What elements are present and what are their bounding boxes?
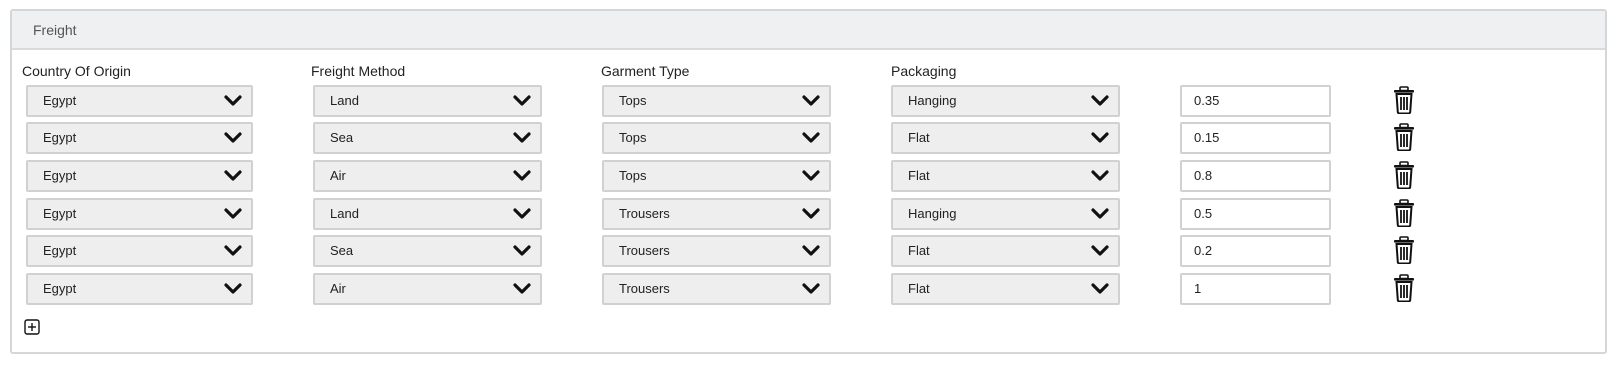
country-select[interactable]: Egypt	[26, 273, 253, 305]
country-select[interactable]: Egypt	[26, 85, 253, 117]
garment-type-select[interactable]: Tops	[602, 160, 831, 192]
garment-type-select[interactable]: Trousers	[602, 235, 831, 267]
packaging-select[interactable]: Flat	[891, 235, 1120, 267]
country-select[interactable]: Egypt	[26, 235, 253, 267]
trash-icon[interactable]	[1392, 86, 1416, 114]
chevron-down-icon	[513, 283, 531, 294]
country-select-value: Egypt	[43, 281, 77, 296]
freight-cost-input[interactable]: 0.5	[1180, 198, 1331, 230]
chevron-down-icon	[1091, 245, 1109, 256]
packaging-select-value: Flat	[908, 243, 930, 258]
chevron-down-icon	[224, 283, 242, 294]
trash-icon[interactable]	[1392, 199, 1416, 227]
chevron-down-icon	[802, 245, 820, 256]
freight-method-select[interactable]: Land	[313, 85, 542, 117]
chevron-down-icon	[802, 95, 820, 106]
country-select-value: Egypt	[43, 130, 77, 145]
freight-cost-input[interactable]: 0.35	[1180, 85, 1331, 117]
chevron-down-icon	[802, 283, 820, 294]
country-select-value: Egypt	[43, 168, 77, 183]
trash-icon[interactable]	[1392, 274, 1416, 302]
chevron-down-icon	[513, 245, 531, 256]
chevron-down-icon	[513, 132, 531, 143]
chevron-down-icon	[802, 170, 820, 181]
country-select-value: Egypt	[43, 206, 77, 221]
table-row: Egypt Sea Tops Flat 0.15	[12, 122, 1605, 154]
chevron-down-icon	[1091, 170, 1109, 181]
freight-cost-input[interactable]: 0.2	[1180, 235, 1331, 267]
chevron-down-icon	[224, 95, 242, 106]
freight-method-select-value: Sea	[330, 243, 354, 258]
garment-type-select-value: Tops	[619, 130, 647, 145]
chevron-down-icon	[802, 208, 820, 219]
packaging-select[interactable]: Hanging	[891, 198, 1120, 230]
chevron-down-icon	[224, 245, 242, 256]
packaging-select[interactable]: Flat	[891, 160, 1120, 192]
table-row: Egypt Land Trousers Hanging 0.5	[12, 198, 1605, 230]
country-select-value: Egypt	[43, 93, 77, 108]
packaging-select[interactable]: Flat	[891, 122, 1120, 154]
chevron-down-icon	[1091, 95, 1109, 106]
freight-method-select[interactable]: Air	[313, 160, 542, 192]
panel-title: Freight	[12, 11, 1605, 50]
packaging-select-value: Hanging	[908, 93, 957, 108]
table-row: Egypt Land Tops Hanging 0.35	[12, 85, 1605, 117]
chevron-down-icon	[224, 132, 242, 143]
chevron-down-icon	[513, 95, 531, 106]
garment-type-select[interactable]: Trousers	[602, 273, 831, 305]
table-row: Egypt Air Tops Flat 0.8	[12, 160, 1605, 192]
trash-icon[interactable]	[1392, 236, 1416, 264]
garment-type-select-value: Trousers	[619, 281, 670, 296]
table-row: Egypt Air Trousers Flat 1	[12, 273, 1605, 305]
country-select[interactable]: Egypt	[26, 122, 253, 154]
freight-method-select[interactable]: Sea	[313, 122, 542, 154]
freight-method-select-value: Air	[330, 168, 346, 183]
plus-square-icon[interactable]	[24, 319, 40, 335]
garment-type-select-value: Tops	[619, 168, 647, 183]
garment-type-select-value: Trousers	[619, 243, 670, 258]
garment-type-select[interactable]: Trousers	[602, 198, 831, 230]
chevron-down-icon	[224, 208, 242, 219]
freight-method-select[interactable]: Sea	[313, 235, 542, 267]
freight-cost-input[interactable]: 1	[1180, 273, 1331, 305]
freight-method-select-value: Air	[330, 281, 346, 296]
packaging-select-value: Flat	[908, 130, 930, 145]
freight-cost-input[interactable]: 0.8	[1180, 160, 1331, 192]
garment-type-select-value: Trousers	[619, 206, 670, 221]
packaging-select[interactable]: Hanging	[891, 85, 1120, 117]
freight-cost-input[interactable]: 0.15	[1180, 122, 1331, 154]
table-row: Egypt Sea Trousers Flat 0.2	[12, 235, 1605, 267]
column-header-freight-method: Freight Method	[311, 63, 406, 79]
chevron-down-icon	[224, 170, 242, 181]
country-select-value: Egypt	[43, 243, 77, 258]
country-select[interactable]: Egypt	[26, 160, 253, 192]
chevron-down-icon	[1091, 283, 1109, 294]
column-header-country: Country Of Origin	[22, 63, 131, 79]
chevron-down-icon	[513, 170, 531, 181]
freight-method-select[interactable]: Air	[313, 273, 542, 305]
column-header-packaging: Packaging	[891, 63, 957, 79]
garment-type-select[interactable]: Tops	[602, 122, 831, 154]
chevron-down-icon	[513, 208, 531, 219]
country-select[interactable]: Egypt	[26, 198, 253, 230]
trash-icon[interactable]	[1392, 123, 1416, 151]
freight-method-select-value: Land	[330, 206, 359, 221]
trash-icon[interactable]	[1392, 161, 1416, 189]
packaging-select-value: Flat	[908, 281, 930, 296]
garment-type-select-value: Tops	[619, 93, 647, 108]
packaging-select[interactable]: Flat	[891, 273, 1120, 305]
column-header-garment-type: Garment Type	[601, 63, 690, 79]
chevron-down-icon	[1091, 208, 1109, 219]
freight-method-select[interactable]: Land	[313, 198, 542, 230]
freight-method-select-value: Land	[330, 93, 359, 108]
packaging-select-value: Flat	[908, 168, 930, 183]
packaging-select-value: Hanging	[908, 206, 957, 221]
garment-type-select[interactable]: Tops	[602, 85, 831, 117]
freight-panel: Freight Country Of Origin Freight Method…	[10, 9, 1607, 354]
freight-method-select-value: Sea	[330, 130, 354, 145]
chevron-down-icon	[1091, 132, 1109, 143]
chevron-down-icon	[802, 132, 820, 143]
